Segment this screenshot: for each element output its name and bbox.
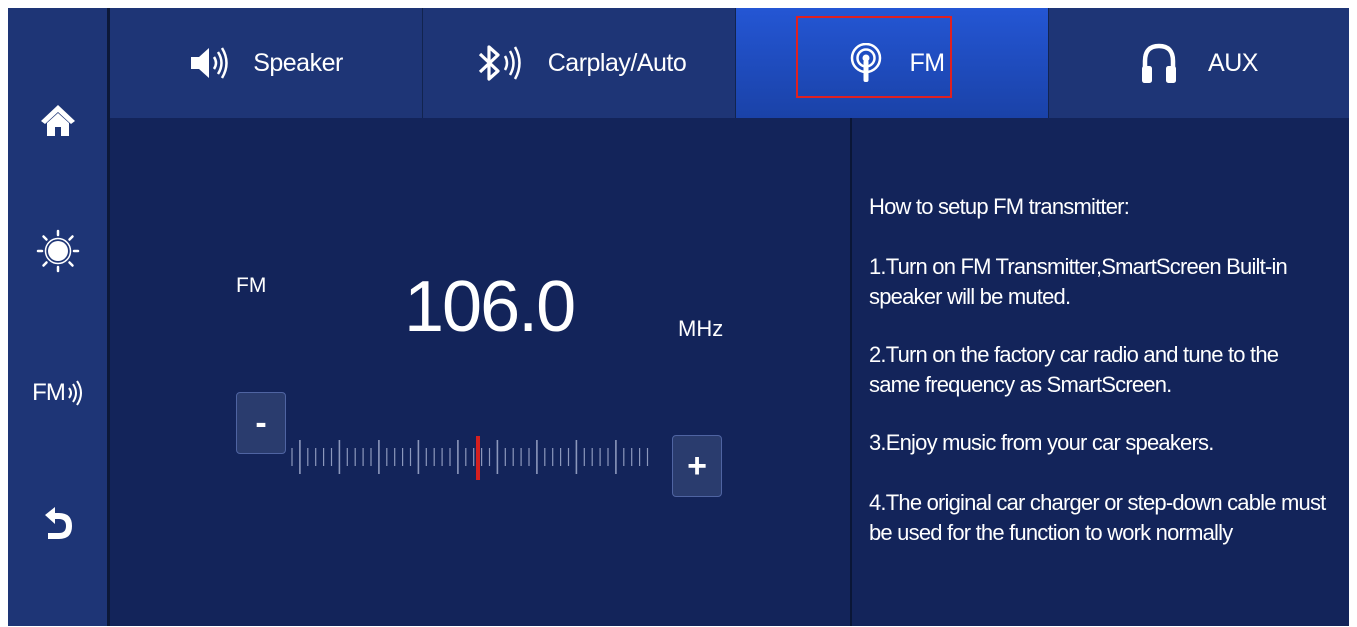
fm-shortcut-button[interactable]: FM: [8, 353, 107, 433]
tab-aux-label: AUX: [1208, 48, 1258, 77]
frequency-unit: MHz: [678, 316, 724, 341]
frequency-scale[interactable]: [288, 436, 658, 486]
tab-carplay-auto[interactable]: Carplay/Auto: [423, 8, 736, 118]
instruction-step: 1.Turn on FM Transmitter,SmartScreen Bui…: [869, 254, 1288, 309]
home-icon: [40, 105, 75, 136]
fm-shortcut-label: FM: [32, 379, 66, 406]
tab-speaker-label: Speaker: [253, 48, 343, 77]
frequency-down-button[interactable]: -: [236, 392, 286, 454]
tab-fm-highlight: [796, 16, 952, 98]
tab-aux[interactable]: AUX: [1049, 8, 1349, 118]
frequency-indicator: [476, 436, 480, 480]
instructions-panel: How to setup FM transmitter: 1.Turn on F…: [852, 118, 1349, 626]
back-icon: [44, 507, 72, 539]
tab-carplay-auto-label: Carplay/Auto: [547, 48, 687, 77]
instructions-title: How to setup FM transmitter:: [869, 194, 1130, 219]
tab-speaker[interactable]: Speaker: [110, 8, 423, 118]
speaker-icon: [189, 45, 231, 81]
headphones-icon: [1140, 42, 1178, 84]
brightness-icon: [36, 229, 79, 273]
band-label: FM: [236, 274, 267, 297]
home-button[interactable]: [8, 80, 107, 160]
tab-fm[interactable]: FM: [736, 8, 1049, 118]
brightness-button[interactable]: [8, 211, 107, 291]
fm-icon: FM: [32, 379, 83, 407]
instruction-step: 4.The original car charger or step-down …: [869, 490, 1326, 545]
tuner-panel: FM 106.0 MHz - +: [110, 118, 852, 626]
app-frame: FM Speaker Carplay/Auto FM AUX FM 106.0 …: [8, 8, 1349, 626]
frequency-up-button[interactable]: +: [672, 435, 722, 497]
sidebar: FM: [8, 8, 110, 626]
instruction-step: 3.Enjoy music from your car speakers.: [869, 430, 1214, 455]
instruction-step: 2.Turn on the factory car radio and tune…: [869, 342, 1279, 397]
source-tabbar: Speaker Carplay/Auto FM AUX: [110, 8, 1349, 118]
frequency-display: 106.0: [404, 267, 576, 347]
back-button[interactable]: [8, 484, 107, 564]
bluetooth-icon: [472, 43, 526, 83]
